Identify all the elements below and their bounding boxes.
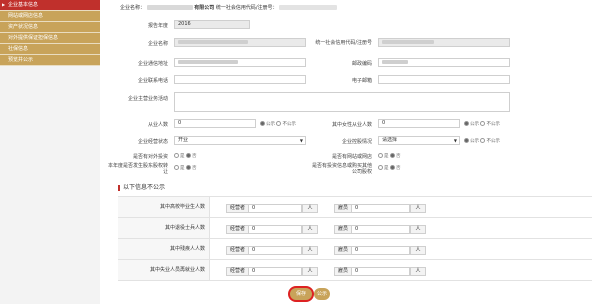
holding-public-radios[interactable]: 公示 不公示 xyxy=(464,138,500,144)
employee-count-input[interactable]: 雇员 0 xyxy=(334,204,410,213)
invest-radios[interactable]: 是 否 xyxy=(174,153,196,159)
female-input[interactable]: 0 xyxy=(378,119,460,128)
company-suffix: 有限公司 xyxy=(194,5,215,11)
radio-icon xyxy=(378,153,383,158)
employees-public-radios[interactable]: 公示 不公示 xyxy=(260,121,296,127)
table-row: 其中残疾人人数 经营者 0 人 雇员 0 人 xyxy=(118,239,592,260)
credit-code-label: 统一社会信用代码/注册号 xyxy=(315,40,372,46)
employee-count-input[interactable]: 雇员 0 xyxy=(334,267,410,276)
employees-label: 从业人数 xyxy=(147,122,168,128)
company-name-redacted xyxy=(146,5,193,10)
operator-count-input[interactable]: 经营者 0 xyxy=(226,225,302,234)
report-year-label: 报告年度 xyxy=(147,23,168,29)
credit-code-field xyxy=(378,38,510,47)
operator-count-input[interactable]: 经营者 0 xyxy=(226,246,302,255)
save-button[interactable]: 保存 xyxy=(290,288,312,300)
unit-label: 人 xyxy=(302,225,318,234)
sidebar-item-label: 网站或网店信息 xyxy=(8,13,44,19)
status-label: 企业经营状态 xyxy=(137,139,168,145)
unit-label: 人 xyxy=(410,246,426,255)
sidebar-item-label: 资产状况信息 xyxy=(8,24,39,30)
radio-icon xyxy=(464,121,469,126)
radio-icon xyxy=(174,165,179,170)
unit-label: 人 xyxy=(410,225,426,234)
email-label: 电子邮箱 xyxy=(351,78,372,84)
female-label: 其中女性从业人数 xyxy=(331,122,372,128)
unit-label: 人 xyxy=(410,204,426,213)
unit-label: 人 xyxy=(302,246,318,255)
credit-label: 统一社会信用代码/注册号： xyxy=(215,5,278,11)
chevron-down-icon: ▼ xyxy=(299,138,303,143)
company-header: 企业名称： 有限公司 统一社会信用代码/注册号： xyxy=(120,4,338,11)
postcode-label: 邮政编码 xyxy=(351,61,372,67)
submit-button[interactable]: 公示 xyxy=(314,288,330,300)
business-textarea[interactable] xyxy=(174,92,510,112)
address-label: 企业通信地址 xyxy=(137,61,168,67)
row-label: 其中残疾人人数 xyxy=(118,239,210,259)
holding-label: 企业控股情况 xyxy=(341,139,372,145)
holding-select[interactable]: 请选择 ▼ xyxy=(378,136,460,145)
sidebar-item-basic-info[interactable]: 企业基本信息 xyxy=(0,0,100,11)
radio-icon xyxy=(276,121,282,126)
credit-code-redacted xyxy=(279,5,338,10)
invest-label: 是否有对外投资 xyxy=(132,154,168,160)
female-public-radios[interactable]: 公示 不公示 xyxy=(464,121,500,127)
buy-radios[interactable]: 是 否 xyxy=(378,165,400,171)
radio-icon xyxy=(464,138,469,143)
website-label: 是否有网站或网店 xyxy=(331,154,372,160)
company-name-field xyxy=(174,38,306,47)
report-year-field: 2016 xyxy=(174,20,250,29)
sidebar-item-preview[interactable]: 预览并公示 xyxy=(0,55,100,66)
website-radios[interactable]: 是 否 xyxy=(378,153,400,159)
sidebar-item-website[interactable]: 网站或网店信息 xyxy=(0,11,100,22)
table-row: 其中高校毕业生人数 经营者 0 人 雇员 0 人 xyxy=(118,197,592,218)
radio-icon xyxy=(185,165,191,170)
main-panel: 企业名称： 有限公司 统一社会信用代码/注册号： 报告年度 2016 企业名称 … xyxy=(106,0,596,304)
company-name-label: 企业名称 xyxy=(147,41,168,47)
radio-icon xyxy=(480,138,486,143)
transfer-label: 本年度是否发生股东股权转让 xyxy=(107,163,168,175)
radio-icon xyxy=(185,153,191,158)
unit-label: 人 xyxy=(302,267,318,276)
sidebar-item-label: 对外提供保证担保信息 xyxy=(8,35,59,41)
radio-icon xyxy=(480,121,486,126)
company-prefix: 企业名称： xyxy=(120,5,146,11)
section-title: 以下信息不公示 xyxy=(118,182,165,191)
unit-label: 人 xyxy=(302,204,318,213)
row-label: 其中失业人员再就业人数 xyxy=(118,260,210,280)
operator-count-input[interactable]: 经营者 0 xyxy=(226,267,302,276)
radio-icon xyxy=(174,153,179,158)
sidebar-item-label: 企业基本信息 xyxy=(8,2,39,8)
sidebar-item-social-security[interactable]: 社保信息 xyxy=(0,44,100,55)
address-input[interactable] xyxy=(174,58,306,67)
phone-label: 企业联系电话 xyxy=(137,78,168,84)
sidebar: 企业基本信息 网站或网店信息 资产状况信息 对外提供保证担保信息 社保信息 预览… xyxy=(0,0,100,304)
sidebar-item-label: 社保信息 xyxy=(8,46,29,52)
radio-icon xyxy=(260,121,265,126)
sidebar-item-assets[interactable]: 资产状况信息 xyxy=(0,22,100,33)
radio-icon xyxy=(378,165,383,170)
chevron-down-icon: ▼ xyxy=(453,138,457,143)
radio-icon xyxy=(389,153,395,158)
row-label: 其中退役士兵人数 xyxy=(118,218,210,238)
sidebar-item-label: 预览并公示 xyxy=(8,57,34,63)
sidebar-item-guarantee[interactable]: 对外提供保证担保信息 xyxy=(0,33,100,44)
postcode-input[interactable] xyxy=(378,58,510,67)
transfer-radios[interactable]: 是 否 xyxy=(174,165,196,171)
phone-input[interactable] xyxy=(174,75,306,84)
row-label: 其中高校毕业生人数 xyxy=(118,197,210,217)
employees-input[interactable]: 0 xyxy=(174,119,256,128)
radio-icon xyxy=(389,165,395,170)
business-label: 企业主营业务活动 xyxy=(127,96,168,102)
operator-count-input[interactable]: 经营者 0 xyxy=(226,204,302,213)
unit-label: 人 xyxy=(410,267,426,276)
stats-table: 其中高校毕业生人数 经营者 0 人 雇员 0 人 其中退役士兵人数 经营者 0 人 雇… xyxy=(118,196,592,281)
status-select[interactable]: 开业 ▼ xyxy=(174,136,306,145)
buy-label: 是否有投资信息或购买其他公司股权 xyxy=(311,163,372,175)
email-input[interactable] xyxy=(378,75,510,84)
table-row: 其中失业人员再就业人数 经营者 0 人 雇员 0 人 xyxy=(118,260,592,281)
table-row: 其中退役士兵人数 经营者 0 人 雇员 0 人 xyxy=(118,218,592,239)
employee-count-input[interactable]: 雇员 0 xyxy=(334,246,410,255)
employee-count-input[interactable]: 雇员 0 xyxy=(334,225,410,234)
